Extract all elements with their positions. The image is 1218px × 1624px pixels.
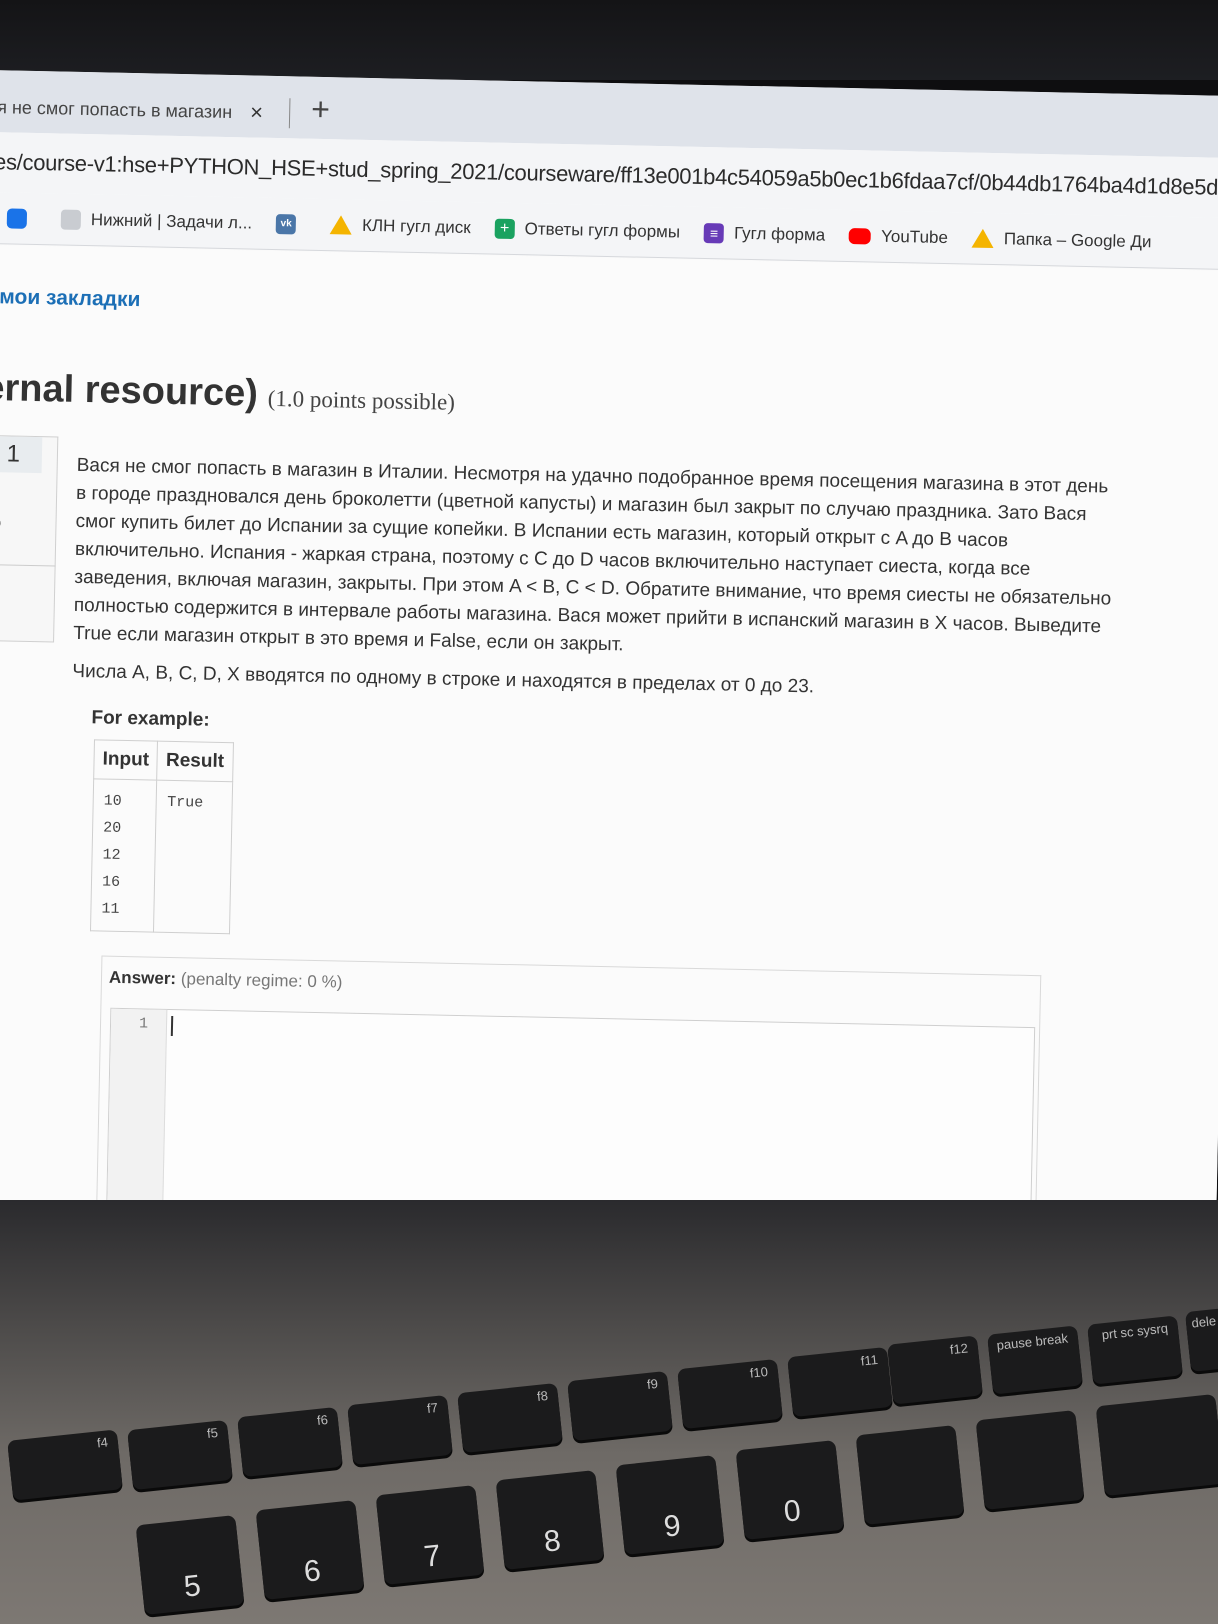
bookmark-item[interactable]: ≡ Гугл форма	[703, 222, 826, 245]
key-prtsc: prt sc sysrq	[1087, 1315, 1183, 1385]
browser-tab[interactable]: я не смог попасть в магазин ×	[0, 82, 290, 138]
example-table: Input Result 10 20 12 16 11 True	[89, 739, 234, 935]
bookmark-item[interactable]	[6, 207, 37, 229]
key-minus	[855, 1425, 965, 1525]
bookmark-label: YouTube	[880, 226, 949, 247]
key-f8: f8	[457, 1382, 563, 1454]
question-text: Вася не смог попасть в магазин в Италии.…	[72, 452, 1117, 718]
for-example-label: For example:	[91, 707, 210, 731]
key-f4: f4	[7, 1429, 123, 1501]
text-cursor	[170, 1016, 174, 1037]
forms-icon: ≡	[703, 222, 725, 243]
input-cell: 10 20 12 16 11	[90, 778, 158, 933]
result-cell: True	[153, 780, 233, 934]
answer-title: Answer:	[108, 967, 177, 989]
laptop-keyboard: f4 f5 f6 f7 f8 f9 f10 f11 f12 pause brea…	[0, 1200, 1218, 1624]
key-backspace	[1095, 1393, 1218, 1497]
input-line: 12	[102, 846, 121, 864]
sheets-icon: +	[494, 218, 515, 239]
key-f7: f7	[347, 1394, 453, 1466]
key-5: 5	[135, 1515, 245, 1615]
key-f6: f6	[237, 1406, 343, 1478]
input-line: 16	[101, 873, 121, 891]
question-info-panel: с 1 но ть	[0, 434, 59, 643]
input-line: 10	[103, 792, 122, 810]
bookmark-label: КЛН гугл диск	[361, 215, 471, 237]
course-page: мои закладки ernal resource) (1.0 points …	[0, 244, 1218, 1236]
bookmark-item[interactable]: КЛН гугл диск	[329, 215, 471, 238]
page-title: ernal resource) (1.0 points possible)	[0, 367, 455, 420]
drive-icon	[971, 228, 995, 249]
key-6: 6	[255, 1500, 365, 1600]
key-f9: f9	[567, 1370, 673, 1442]
bookmark-item[interactable]: Нижний | Задачи л...	[60, 209, 253, 233]
my-bookmarks-link[interactable]: мои закладки	[0, 285, 141, 312]
screen-bezel	[0, 0, 1218, 80]
bookmark-label: Ответы гугл формы	[524, 218, 681, 241]
heading-text: ernal resource)	[0, 366, 259, 415]
table-row: 10 20 12 16 11 True	[90, 778, 233, 934]
bookmark-label: Нижний | Задачи л...	[90, 209, 253, 233]
key-0: 0	[735, 1440, 845, 1540]
column-header: Result	[157, 741, 233, 782]
bookmark-label: Папка – Google Ди	[1003, 228, 1152, 251]
youtube-icon	[848, 227, 872, 244]
bookmark-icon	[6, 207, 28, 229]
key-pause: pause break	[987, 1325, 1083, 1395]
bookmark-item[interactable]: YouTube	[848, 226, 949, 248]
divider	[0, 563, 56, 567]
bookmark-item[interactable]: + Ответы гугл формы	[494, 218, 680, 242]
input-line: 20	[102, 819, 122, 837]
url-text[interactable]: es/course-v1:hse+PYTHON_HSE+stud_spring_…	[0, 149, 1218, 202]
drive-icon	[329, 215, 353, 235]
question-number: с 1	[0, 435, 43, 474]
page-icon	[60, 209, 82, 230]
key-9: 9	[615, 1455, 725, 1555]
key-delete: dele	[1184, 1308, 1218, 1372]
new-tab-button[interactable]: +	[311, 91, 330, 128]
question-status: но	[0, 514, 1, 531]
key-f11: f11	[787, 1346, 893, 1418]
browser-window: я не смог попасть в магазин × + es/cours…	[0, 70, 1218, 1236]
bookmark-item[interactable]: vk	[275, 213, 306, 235]
vk-icon: vk	[275, 213, 297, 234]
close-icon[interactable]: ×	[250, 99, 263, 125]
points-possible: (1.0 points possible)	[267, 385, 456, 415]
key-7: 7	[375, 1485, 485, 1585]
column-header: Input	[93, 739, 158, 781]
tab-title: я не смог попасть в магазин	[0, 96, 233, 122]
tab-separator	[288, 98, 291, 129]
key-f5: f5	[127, 1419, 233, 1491]
bookmark-item[interactable]: Папка – Google Ди	[971, 228, 1152, 252]
penalty-regime: (penalty regime: 0 %)	[180, 969, 343, 992]
key-equals	[975, 1410, 1085, 1510]
question-paragraph: Вася не смог попасть в магазин в Италии.…	[73, 454, 1112, 656]
key-8: 8	[495, 1470, 605, 1570]
line-number: 1	[138, 1015, 149, 1033]
key-f12: f12	[887, 1335, 983, 1405]
bookmark-label: Гугл форма	[733, 223, 826, 245]
input-line: 11	[101, 900, 120, 918]
key-f10: f10	[677, 1358, 783, 1430]
